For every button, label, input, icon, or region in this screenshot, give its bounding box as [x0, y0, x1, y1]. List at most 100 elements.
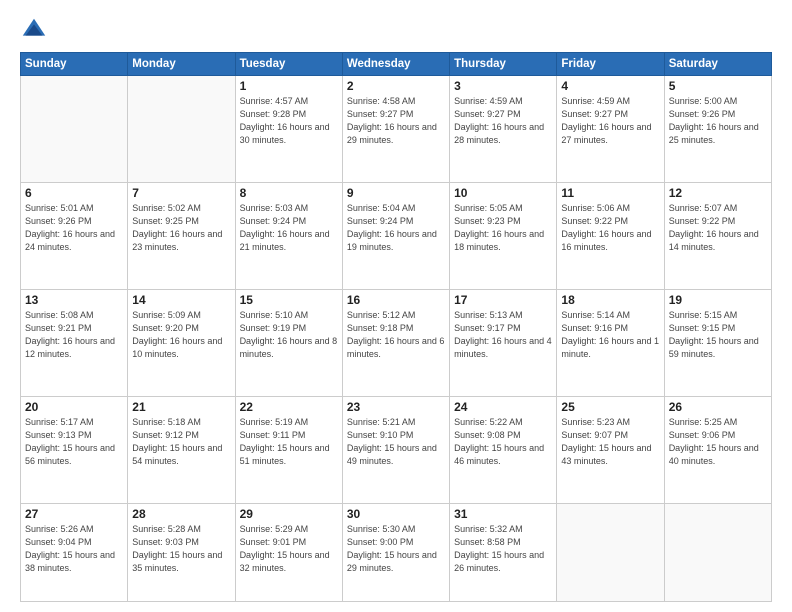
calendar-cell: 30 Sunrise: 5:30 AM Sunset: 9:00 PM Dayli… [342, 503, 449, 601]
day-number: 31 [454, 507, 552, 521]
calendar-cell: 2Sunrise: 4:58 AM Sunset: 9:27 PM Daylig… [342, 76, 449, 183]
day-number: 20 [25, 400, 123, 414]
day-number: 17 [454, 293, 552, 307]
day-info: Sunrise: 5:30 AM Sunset: 9:00 PM Dayligh… [347, 523, 445, 575]
header [20, 16, 772, 44]
calendar-cell [21, 76, 128, 183]
calendar-cell: 6 Sunrise: 5:01 AM Sunset: 9:26 PM Daylig… [21, 182, 128, 289]
day-info: Sunrise: 5:05 AM Sunset: 9:23 PM Dayligh… [454, 202, 552, 254]
day-number: 14 [132, 293, 230, 307]
day-info: Sunrise: 5:12 AM Sunset: 9:18 PM Dayligh… [347, 309, 445, 361]
day-number: 24 [454, 400, 552, 414]
day-number: 4 [561, 79, 659, 93]
weekday-header: Saturday [664, 53, 771, 76]
day-info: Sunrise: 5:19 AM Sunset: 9:11 PM Dayligh… [240, 416, 338, 468]
day-info: Sunrise: 4:59 AM Sunset: 9:27 PM Dayligh… [454, 95, 552, 147]
day-number: 9 [347, 186, 445, 200]
calendar-week-row: 13 Sunrise: 5:08 AM Sunset: 9:21 PM Dayli… [21, 289, 772, 396]
calendar-cell: 1Sunrise: 4:57 AM Sunset: 9:28 PM Daylig… [235, 76, 342, 183]
weekday-header-row: SundayMondayTuesdayWednesdayThursdayFrid… [21, 53, 772, 76]
day-number: 1 [240, 79, 338, 93]
calendar-cell: 12 Sunrise: 5:07 AM Sunset: 9:22 PM Dayli… [664, 182, 771, 289]
calendar-cell: 11Sunrise: 5:06 AM Sunset: 9:22 PM Dayli… [557, 182, 664, 289]
calendar-cell: 4 Sunrise: 4:59 AM Sunset: 9:27 PM Daylig… [557, 76, 664, 183]
calendar-cell: 22 Sunrise: 5:19 AM Sunset: 9:11 PM Dayli… [235, 396, 342, 503]
day-info: Sunrise: 5:32 AM Sunset: 8:58 PM Dayligh… [454, 523, 552, 575]
day-info: Sunrise: 5:28 AM Sunset: 9:03 PM Dayligh… [132, 523, 230, 575]
day-info: Sunrise: 5:23 AM Sunset: 9:07 PM Dayligh… [561, 416, 659, 468]
calendar-cell: 20 Sunrise: 5:17 AM Sunset: 9:13 PM Dayli… [21, 396, 128, 503]
day-number: 27 [25, 507, 123, 521]
day-number: 22 [240, 400, 338, 414]
day-info: Sunrise: 5:02 AM Sunset: 9:25 PM Dayligh… [132, 202, 230, 254]
weekday-header: Monday [128, 53, 235, 76]
calendar-cell: 14 Sunrise: 5:09 AM Sunset: 9:20 PM Dayli… [128, 289, 235, 396]
logo-icon [20, 16, 48, 44]
day-number: 26 [669, 400, 767, 414]
day-number: 23 [347, 400, 445, 414]
day-info: Sunrise: 4:58 AM Sunset: 9:27 PM Dayligh… [347, 95, 445, 147]
day-info: Sunrise: 5:26 AM Sunset: 9:04 PM Dayligh… [25, 523, 123, 575]
calendar-week-row: 1Sunrise: 4:57 AM Sunset: 9:28 PM Daylig… [21, 76, 772, 183]
page: SundayMondayTuesdayWednesdayThursdayFrid… [0, 0, 792, 612]
day-number: 29 [240, 507, 338, 521]
day-info: Sunrise: 5:22 AM Sunset: 9:08 PM Dayligh… [454, 416, 552, 468]
calendar-cell: 13 Sunrise: 5:08 AM Sunset: 9:21 PM Dayli… [21, 289, 128, 396]
day-number: 5 [669, 79, 767, 93]
calendar-cell [557, 503, 664, 601]
calendar-cell: 7 Sunrise: 5:02 AM Sunset: 9:25 PM Daylig… [128, 182, 235, 289]
day-info: Sunrise: 4:59 AM Sunset: 9:27 PM Dayligh… [561, 95, 659, 147]
calendar-week-row: 20 Sunrise: 5:17 AM Sunset: 9:13 PM Dayli… [21, 396, 772, 503]
calendar-cell: 18 Sunrise: 5:14 AM Sunset: 9:16 PM Dayli… [557, 289, 664, 396]
calendar-week-row: 27 Sunrise: 5:26 AM Sunset: 9:04 PM Dayli… [21, 503, 772, 601]
day-number: 10 [454, 186, 552, 200]
day-number: 25 [561, 400, 659, 414]
calendar-cell: 27 Sunrise: 5:26 AM Sunset: 9:04 PM Dayli… [21, 503, 128, 601]
calendar-cell: 21 Sunrise: 5:18 AM Sunset: 9:12 PM Dayli… [128, 396, 235, 503]
day-number: 11 [561, 186, 659, 200]
calendar-cell: 23Sunrise: 5:21 AM Sunset: 9:10 PM Dayli… [342, 396, 449, 503]
day-info: Sunrise: 5:08 AM Sunset: 9:21 PM Dayligh… [25, 309, 123, 361]
calendar-week-row: 6 Sunrise: 5:01 AM Sunset: 9:26 PM Daylig… [21, 182, 772, 289]
weekday-header: Friday [557, 53, 664, 76]
day-number: 7 [132, 186, 230, 200]
day-info: Sunrise: 5:00 AM Sunset: 9:26 PM Dayligh… [669, 95, 767, 147]
calendar-cell: 17Sunrise: 5:13 AM Sunset: 9:17 PM Dayli… [450, 289, 557, 396]
calendar-cell: 8 Sunrise: 5:03 AM Sunset: 9:24 PM Daylig… [235, 182, 342, 289]
calendar-cell: 16 Sunrise: 5:12 AM Sunset: 9:18 PM Dayli… [342, 289, 449, 396]
day-info: Sunrise: 5:01 AM Sunset: 9:26 PM Dayligh… [25, 202, 123, 254]
calendar-cell: 25 Sunrise: 5:23 AM Sunset: 9:07 PM Dayli… [557, 396, 664, 503]
calendar-cell: 28Sunrise: 5:28 AM Sunset: 9:03 PM Dayli… [128, 503, 235, 601]
weekday-header: Tuesday [235, 53, 342, 76]
day-number: 19 [669, 293, 767, 307]
day-info: Sunrise: 5:04 AM Sunset: 9:24 PM Dayligh… [347, 202, 445, 254]
day-info: Sunrise: 5:07 AM Sunset: 9:22 PM Dayligh… [669, 202, 767, 254]
calendar-cell: 31 Sunrise: 5:32 AM Sunset: 8:58 PM Dayli… [450, 503, 557, 601]
day-info: Sunrise: 5:10 AM Sunset: 9:19 PM Dayligh… [240, 309, 338, 361]
day-number: 12 [669, 186, 767, 200]
day-number: 13 [25, 293, 123, 307]
calendar-cell [128, 76, 235, 183]
day-info: Sunrise: 5:17 AM Sunset: 9:13 PM Dayligh… [25, 416, 123, 468]
day-number: 8 [240, 186, 338, 200]
day-number: 30 [347, 507, 445, 521]
day-info: Sunrise: 5:15 AM Sunset: 9:15 PM Dayligh… [669, 309, 767, 361]
day-number: 18 [561, 293, 659, 307]
day-number: 21 [132, 400, 230, 414]
calendar-cell: 29 Sunrise: 5:29 AM Sunset: 9:01 PM Dayli… [235, 503, 342, 601]
day-info: Sunrise: 5:18 AM Sunset: 9:12 PM Dayligh… [132, 416, 230, 468]
day-number: 3 [454, 79, 552, 93]
calendar-cell: 10 Sunrise: 5:05 AM Sunset: 9:23 PM Dayli… [450, 182, 557, 289]
calendar-cell [664, 503, 771, 601]
day-info: Sunrise: 5:03 AM Sunset: 9:24 PM Dayligh… [240, 202, 338, 254]
day-number: 16 [347, 293, 445, 307]
day-number: 6 [25, 186, 123, 200]
day-info: Sunrise: 5:14 AM Sunset: 9:16 PM Dayligh… [561, 309, 659, 361]
calendar-table: SundayMondayTuesdayWednesdayThursdayFrid… [20, 52, 772, 602]
calendar-cell: 26Sunrise: 5:25 AM Sunset: 9:06 PM Dayli… [664, 396, 771, 503]
weekday-header: Sunday [21, 53, 128, 76]
day-info: Sunrise: 5:09 AM Sunset: 9:20 PM Dayligh… [132, 309, 230, 361]
calendar-cell: 3 Sunrise: 4:59 AM Sunset: 9:27 PM Daylig… [450, 76, 557, 183]
calendar-cell: 24 Sunrise: 5:22 AM Sunset: 9:08 PM Dayli… [450, 396, 557, 503]
day-info: Sunrise: 5:29 AM Sunset: 9:01 PM Dayligh… [240, 523, 338, 575]
